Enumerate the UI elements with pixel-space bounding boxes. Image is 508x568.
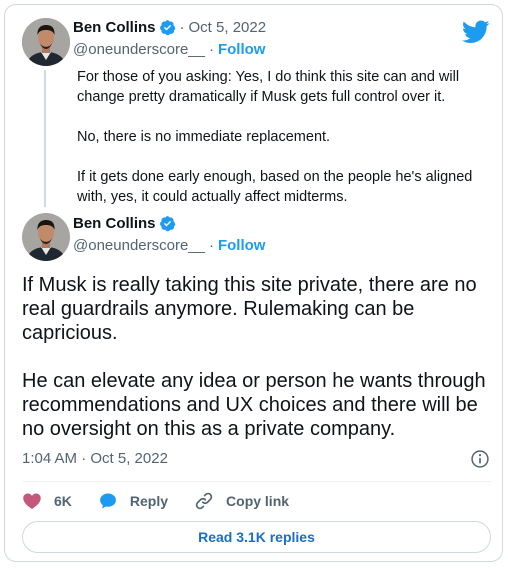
separator-dot: · <box>179 19 185 36</box>
tweet-actions: 6K Reply Copy link <box>22 489 315 513</box>
like-button[interactable]: 6K <box>22 491 72 511</box>
read-replies-button[interactable]: Read 3.1K replies <box>22 521 491 553</box>
tweet-paragraph: No, there is no immediate replacement. <box>77 129 331 145</box>
heart-icon <box>23 493 41 509</box>
info-icon[interactable] <box>470 449 490 469</box>
tweet-paragraph: If it gets done early enough, based on t… <box>77 169 473 205</box>
verified-badge-icon <box>159 216 175 232</box>
avatar-photo <box>22 213 70 261</box>
follow-button[interactable]: Follow <box>218 41 266 58</box>
thread-connector <box>44 70 46 207</box>
author-handle[interactable]: @oneunderscore__ <box>73 237 205 254</box>
tweet-paragraph: If Musk is really taking this site priva… <box>22 274 477 344</box>
reply-bubble-icon <box>99 493 116 509</box>
avatar[interactable] <box>22 18 70 66</box>
follow-button[interactable]: Follow <box>218 237 266 254</box>
author-handle[interactable]: @oneunderscore__ <box>73 41 205 58</box>
avatar[interactable] <box>22 213 70 261</box>
author-name[interactable]: Ben Collins <box>73 19 156 36</box>
like-count: 6K <box>54 493 72 509</box>
tweet-date[interactable]: Oct 5, 2022 <box>189 19 267 36</box>
parent-tweet-text: For those of you asking: Yes, I do think… <box>77 67 497 207</box>
parent-author-row: Ben Collins · Oct 5, 2022 <box>73 19 266 36</box>
main-author-row: Ben Collins <box>73 215 176 232</box>
main-handle-row: @oneunderscore__ · Follow <box>73 237 265 254</box>
twitter-bird-icon[interactable] <box>462 20 490 44</box>
tweet-paragraph: He can elevate any idea or person he wan… <box>22 370 486 440</box>
main-tweet-text: If Musk is really taking this site priva… <box>22 273 498 441</box>
separator-dot: · <box>208 41 214 58</box>
reply-label: Reply <box>129 493 169 509</box>
divider <box>22 481 492 482</box>
separator-dot: · <box>208 237 214 254</box>
author-name[interactable]: Ben Collins <box>73 215 156 232</box>
verified-badge-icon <box>159 20 175 36</box>
parent-handle-row: @oneunderscore__ · Follow <box>73 41 265 58</box>
link-icon <box>195 492 213 510</box>
avatar-photo <box>22 18 70 66</box>
embedded-tweet-card: Ben Collins · Oct 5, 2022 @oneunderscore… <box>4 4 503 562</box>
reply-button[interactable]: Reply <box>98 491 168 511</box>
tweet-paragraph: For those of you asking: Yes, I do think… <box>77 69 460 105</box>
copy-link-label: Copy link <box>226 493 290 509</box>
tweet-timestamp[interactable]: 1:04 AM · Oct 5, 2022 <box>22 450 168 467</box>
copy-link-button[interactable]: Copy link <box>194 491 289 511</box>
